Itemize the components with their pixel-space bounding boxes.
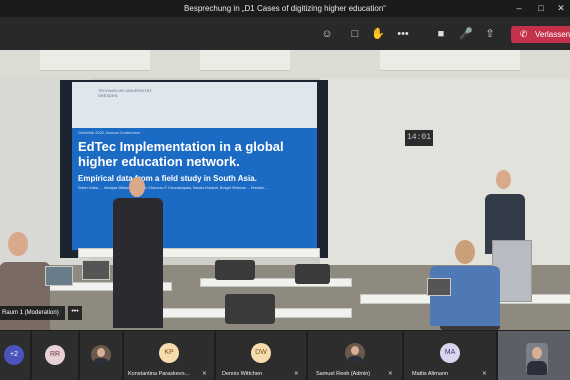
- mic-off-icon: ✕: [202, 371, 207, 377]
- room-label: Raum 1 (Moderation): [0, 306, 65, 320]
- wall-clock: 14:01: [405, 130, 433, 146]
- slide-title: EdTec Implementation in a global higher …: [78, 139, 284, 169]
- laptop: [45, 266, 73, 286]
- laptop: [82, 260, 110, 280]
- mic-off-icon: ✕: [482, 371, 487, 377]
- shirt-shape: [93, 358, 109, 365]
- minimize-icon[interactable]: –: [512, 2, 526, 14]
- leave-button-label: Verlassen: [535, 30, 570, 39]
- face-shape: [97, 348, 105, 357]
- speaker-head: [129, 177, 145, 197]
- slide-authors: Dréan Jullius, ... Muntjula Wikramagalha…: [78, 186, 270, 190]
- window-title: Besprechung in „D1 Cases of digitizing h…: [184, 4, 386, 13]
- audience-body: [430, 266, 500, 326]
- room-more-button[interactable]: •••: [68, 306, 82, 320]
- participant-tile[interactable]: MA Mattis Altmann ✕: [404, 331, 496, 380]
- meeting-toolbar: ☺ □ ✋ ••• ■ 🎤 ⇧: [0, 17, 570, 50]
- participant-name: Dennis Wittchen: [222, 371, 263, 377]
- participant-name: Mattis Altmann: [412, 371, 449, 377]
- laptop: [427, 278, 451, 296]
- camera-icon[interactable]: ■: [433, 26, 449, 42]
- ceiling: [0, 50, 570, 78]
- title-bar: Besprechung in „D1 Cases of digitizing h…: [0, 0, 570, 17]
- shirt-shape: [347, 356, 363, 363]
- mic-off-icon[interactable]: 🎤: [458, 26, 474, 42]
- speaker-body: [113, 198, 163, 328]
- participant-tile[interactable]: [80, 331, 122, 380]
- participant-avatar: RR: [45, 345, 65, 365]
- ceiling-panel: [380, 50, 520, 71]
- participant-name: Samuel Reeb (Admin): [316, 371, 371, 377]
- university-logo: TECHNISCHE UNIVERSITÄT DRESDEN: [98, 88, 152, 98]
- more-icon[interactable]: •••: [395, 26, 411, 42]
- share-icon[interactable]: ⇧: [482, 26, 498, 42]
- conference-line: GeNeMe 2022, Annual Conference: [78, 130, 141, 135]
- overflow-tile[interactable]: +2: [0, 331, 30, 380]
- phone-icon: ✆: [520, 29, 528, 39]
- face-shape: [532, 347, 542, 359]
- chair: [225, 294, 275, 324]
- participant-avatar: KP: [159, 343, 179, 363]
- shirt-shape: [527, 361, 547, 375]
- participant-tile[interactable]: DW Dennis Wittchen ✕: [216, 331, 306, 380]
- presentation-screen: TECHNISCHE UNIVERSITÄT DRESDEN GeNeMe 20…: [72, 82, 317, 250]
- mic-off-icon: ✕: [388, 371, 393, 377]
- face-shape: [351, 346, 359, 355]
- mic-off-icon: ✕: [294, 371, 299, 377]
- video-stage: TECHNISCHE UNIVERSITÄT DRESDEN GeNeMe 20…: [0, 50, 570, 330]
- self-video-tile[interactable]: [498, 331, 570, 380]
- overflow-count: +2: [4, 345, 24, 365]
- participants-icon[interactable]: ☺: [319, 26, 335, 42]
- close-icon[interactable]: ✕: [554, 2, 568, 14]
- participant-tile[interactable]: Samuel Reeb (Admin) ✕: [308, 331, 402, 380]
- ceiling-panel: [200, 50, 290, 71]
- slide-subtitle: Empirical data from a field study in Sou…: [78, 174, 257, 183]
- chat-icon[interactable]: □: [347, 26, 363, 42]
- participant-avatar: DW: [251, 343, 271, 363]
- audience-head: [8, 232, 28, 256]
- participant-photo: [345, 343, 365, 363]
- leave-button[interactable]: ✆ Verlassen: [511, 26, 570, 43]
- audience-head: [455, 240, 475, 264]
- raise-hand-icon[interactable]: ✋: [370, 26, 386, 42]
- participant-name: Konstantina Paraskevo...: [128, 371, 190, 377]
- participant-photo: [91, 345, 111, 365]
- chair: [295, 264, 330, 284]
- participant-tile[interactable]: KP Konstantina Paraskevo... ✕: [124, 331, 214, 380]
- wall: [320, 78, 570, 278]
- ceiling-panel: [40, 50, 150, 71]
- self-video: [526, 343, 548, 375]
- maximize-icon[interactable]: □: [534, 2, 548, 14]
- participant-avatar: MA: [440, 343, 460, 363]
- chair: [215, 260, 255, 280]
- participant-tile[interactable]: RR: [32, 331, 78, 380]
- presenter-head: [496, 170, 511, 189]
